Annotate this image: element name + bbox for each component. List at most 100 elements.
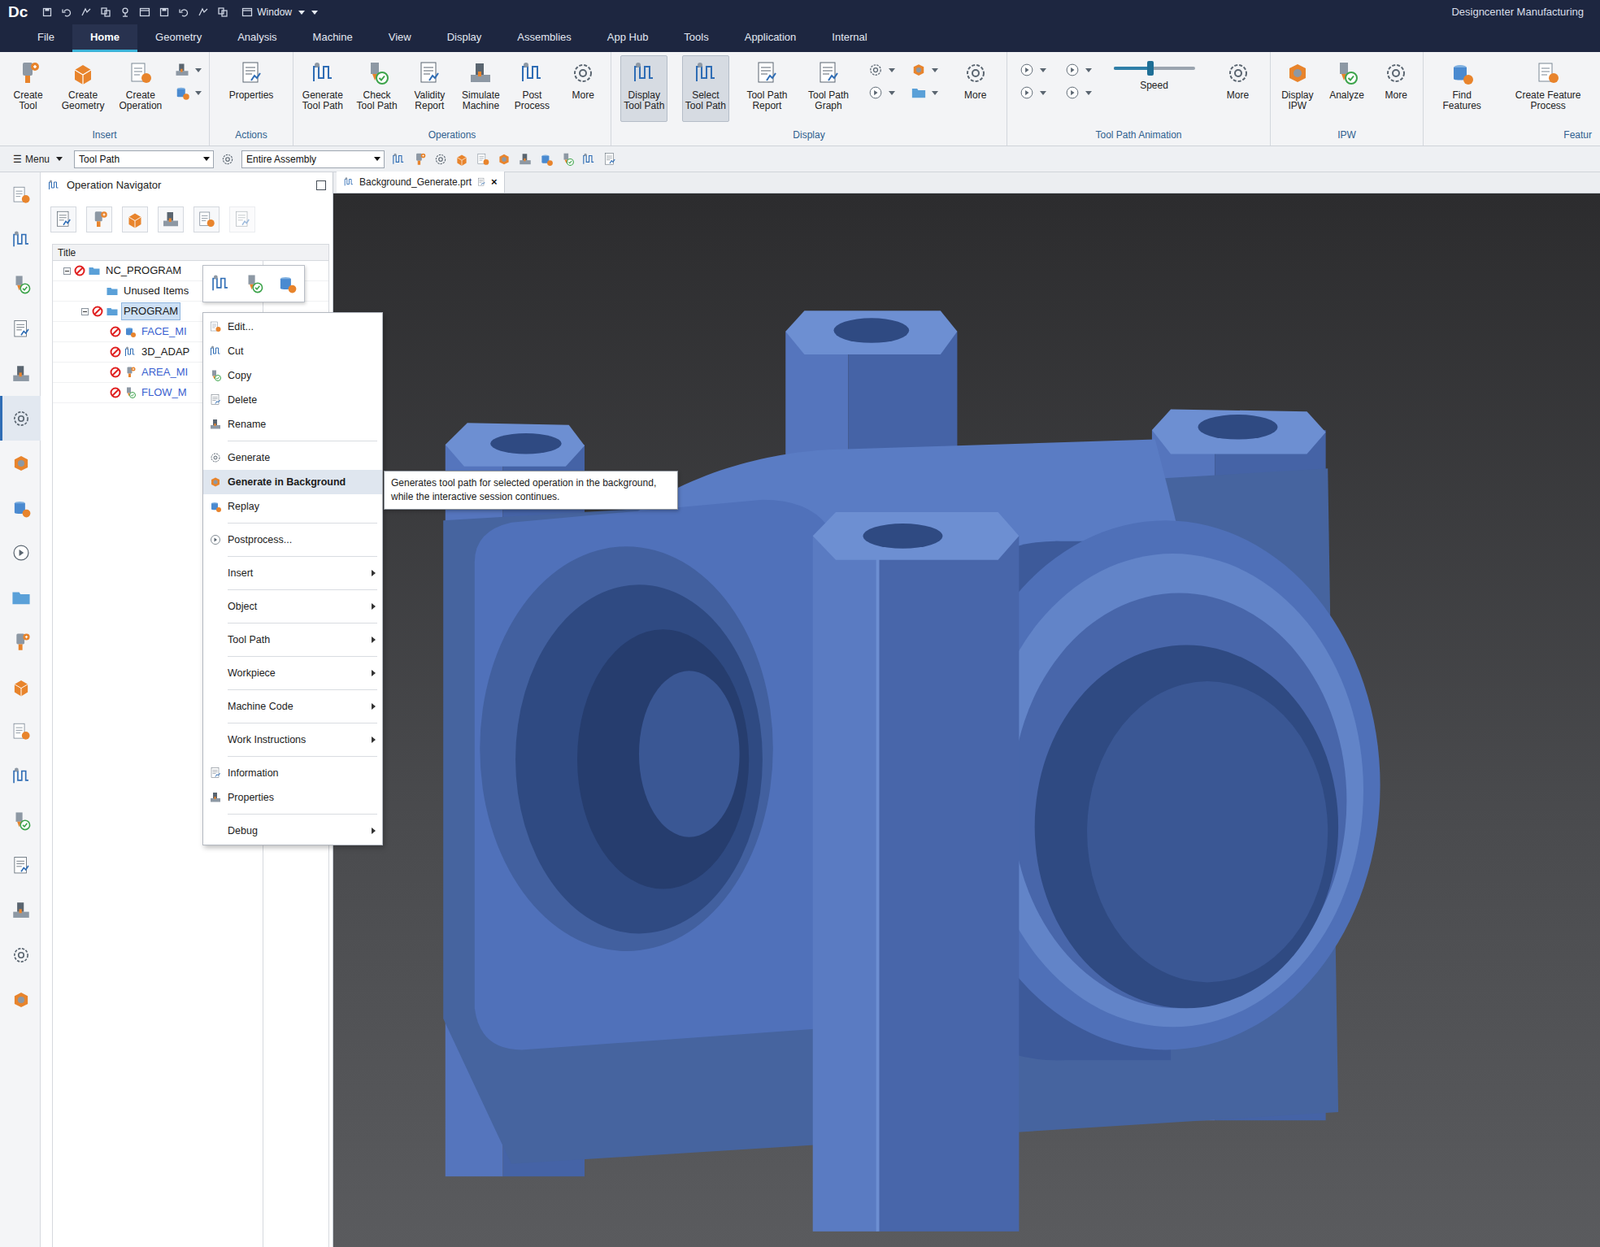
resource-tab-icon[interactable] [0, 887, 41, 933]
resource-tab-icon[interactable] [0, 843, 41, 888]
menu-tab[interactable]: View [370, 24, 430, 53]
quick-access-icon[interactable] [79, 5, 93, 19]
graphics-window[interactable] [333, 193, 1600, 1247]
resource-tab-icon[interactable] [0, 395, 41, 441]
selection-icon[interactable] [412, 152, 427, 167]
small-command-icon[interactable] [867, 84, 896, 101]
quick-access-icon[interactable] [216, 5, 230, 19]
ribbon-button[interactable]: FindFeatures [1439, 55, 1484, 122]
ribbon-button[interactable]: More [560, 55, 605, 122]
ribbon-button[interactable]: Tool PathReport [743, 55, 791, 122]
menu-tab[interactable]: Home [72, 24, 138, 53]
ribbon-button[interactable]: Create FeatureProcess [1512, 55, 1585, 122]
menu-tab[interactable]: Analysis [219, 24, 295, 53]
selection-icon[interactable] [433, 152, 448, 167]
menu-tab[interactable]: App Hub [589, 24, 667, 53]
type-filter[interactable]: Tool Path [73, 150, 214, 169]
view-icon[interactable] [229, 206, 256, 233]
selection-icon[interactable] [581, 152, 596, 167]
ribbon-button[interactable]: More [1216, 55, 1261, 122]
ribbon-button[interactable]: Properties [226, 55, 278, 122]
menu-item[interactable]: Tool Path [203, 627, 383, 653]
view-icon[interactable] [50, 206, 77, 233]
quick-command-icon[interactable] [243, 273, 265, 295]
menu-item[interactable]: Postprocess... [203, 527, 383, 553]
menu-tab[interactable]: Application [726, 24, 815, 53]
expander-icon[interactable] [96, 326, 109, 338]
menu-tab[interactable]: Machine [295, 24, 371, 53]
filter-icon[interactable] [220, 152, 235, 167]
menu-item[interactable]: Replay [203, 494, 383, 519]
selection-icon[interactable] [539, 152, 554, 167]
quick-access-icon[interactable] [60, 5, 74, 19]
resource-tab-icon[interactable] [0, 932, 41, 978]
selection-icon[interactable] [475, 152, 491, 167]
quick-access-icon[interactable] [118, 5, 132, 19]
selection-icon[interactable] [517, 152, 533, 167]
menu-tab[interactable]: Internal [813, 24, 885, 53]
ribbon-button[interactable]: CreateGeometry [58, 55, 109, 122]
view-icon[interactable] [121, 206, 148, 233]
quick-access-icon[interactable] [138, 5, 152, 19]
expander-icon[interactable] [60, 265, 73, 277]
resource-tab-icon[interactable] [0, 440, 41, 486]
ribbon-button[interactable]: SelectTool Path [682, 55, 730, 122]
ribbon-button[interactable]: Analyze [1324, 55, 1369, 122]
resource-tab-icon[interactable] [0, 619, 41, 665]
ribbon-button[interactable]: CreateOperation [116, 55, 166, 122]
resource-tab-icon[interactable] [0, 217, 41, 262]
small-command-icon[interactable] [910, 84, 939, 101]
quick-command-icon[interactable] [276, 273, 298, 295]
small-command-icon[interactable] [173, 84, 202, 101]
small-command-icon[interactable] [1018, 84, 1047, 101]
quick-access-icon[interactable] [196, 5, 210, 19]
menu-tab[interactable]: Display [429, 24, 500, 53]
selection-icon[interactable] [454, 152, 470, 167]
ribbon-button[interactable]: More [1373, 55, 1418, 122]
quick-access-icon[interactable] [240, 5, 254, 19]
menu-item[interactable]: Copy [203, 363, 383, 388]
resource-tab-icon[interactable] [0, 753, 41, 799]
menu-item[interactable]: Information [203, 760, 383, 786]
scope-filter[interactable]: Entire Assembly [241, 150, 385, 169]
quick-access-icon[interactable] [177, 5, 191, 19]
selection-icon[interactable] [496, 152, 512, 167]
ribbon-button[interactable]: DisplayTool Path [620, 55, 668, 122]
menu-item[interactable]: Rename [203, 412, 383, 437]
menu-button[interactable]: ☰Menu [8, 152, 68, 167]
selection-icon[interactable] [602, 152, 618, 167]
resource-tab-icon[interactable] [0, 708, 41, 754]
menu-item[interactable]: Machine Code [203, 694, 383, 719]
view-icon[interactable] [157, 206, 184, 233]
view-icon[interactable] [86, 206, 113, 233]
quick-access-icon[interactable] [99, 5, 113, 19]
window-menu[interactable]: Window [240, 4, 318, 20]
resource-tab-icon[interactable] [0, 261, 41, 307]
ribbon-button[interactable]: More [953, 55, 998, 122]
small-command-icon[interactable] [1064, 61, 1092, 79]
speed-slider[interactable] [1113, 66, 1196, 70]
menu-item[interactable]: Properties [203, 785, 383, 810]
menu-item[interactable]: Edit... [203, 314, 383, 340]
menu-item[interactable]: Workpiece [203, 660, 383, 686]
resource-tab-icon[interactable] [0, 351, 41, 396]
menu-tab[interactable]: File [19, 24, 73, 53]
part-model-icon[interactable] [333, 193, 1600, 1247]
ribbon-button[interactable]: CreateTool [6, 55, 51, 122]
ribbon-button[interactable]: PostProcess [509, 55, 554, 122]
quick-access-icon[interactable] [157, 5, 171, 19]
maximize-icon[interactable] [316, 180, 327, 191]
ribbon-button[interactable]: DisplayIPW [1275, 55, 1320, 122]
selection-icon[interactable] [560, 152, 575, 167]
menu-tab[interactable]: Tools [665, 24, 727, 53]
small-command-icon[interactable] [910, 61, 939, 79]
small-command-icon[interactable] [173, 61, 202, 79]
selection-icon[interactable] [391, 152, 406, 167]
ribbon-button[interactable]: GenerateTool Path [299, 55, 347, 122]
menu-item[interactable]: Generate in Background [203, 469, 383, 495]
menu-item[interactable]: Debug [203, 818, 383, 844]
expander-icon[interactable] [78, 305, 91, 318]
resource-tab-icon[interactable] [0, 574, 41, 620]
expander-icon[interactable] [96, 346, 109, 358]
menu-item[interactable]: Insert [203, 560, 383, 586]
